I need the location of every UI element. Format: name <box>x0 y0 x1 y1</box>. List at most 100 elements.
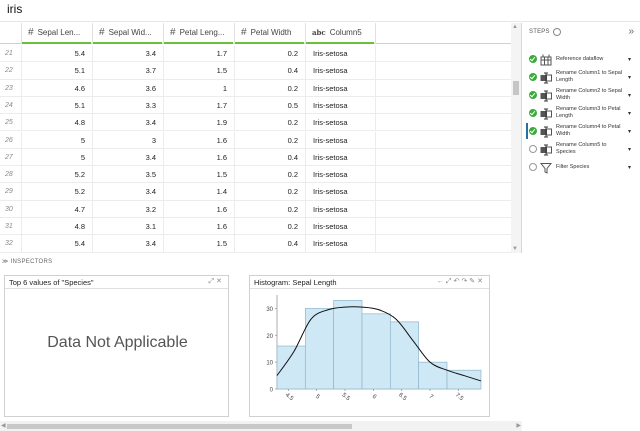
column-header-1[interactable]: # Sepal Len... <box>22 23 93 44</box>
edit-icon[interactable]: ✎ <box>469 278 477 285</box>
table-row[interactable]: 25 4.8 3.4 1.9 0.2 Iris-setosa <box>0 114 521 132</box>
step-item[interactable]: Rename Column3 to Petal Length ▾ <box>529 105 635 121</box>
table-cell[interactable]: 3 <box>93 131 164 149</box>
expand-icon[interactable]: ⤢ <box>209 278 217 285</box>
step-menu-chevron-icon[interactable]: ▾ <box>628 110 631 117</box>
close-icon[interactable]: ✕ <box>216 278 224 285</box>
table-row[interactable]: 24 5.1 3.3 1.7 0.5 Iris-setosa <box>0 96 521 115</box>
table-cell[interactable]: 0.4 <box>235 148 306 166</box>
table-cell[interactable]: 0.2 <box>235 45 306 62</box>
table-cell[interactable]: 5 <box>22 131 93 149</box>
table-cell[interactable]: 3.3 <box>93 96 164 114</box>
table-cell[interactable]: 0.2 <box>235 131 306 149</box>
table-row[interactable]: 27 5 3.4 1.6 0.4 Iris-setosa <box>0 148 521 167</box>
table-cell[interactable]: 3.2 <box>93 200 164 218</box>
table-cell[interactable]: 1.9 <box>164 114 235 132</box>
table-cell[interactable]: 0.4 <box>235 235 306 253</box>
table-cell[interactable]: 5.1 <box>22 62 93 80</box>
table-row[interactable]: 31 4.8 3.1 1.6 0.2 Iris-setosa <box>0 218 521 236</box>
table-cell[interactable]: 5.2 <box>22 183 93 201</box>
step-item[interactable]: Rename Column1 to Sepal Length ▾ <box>529 69 635 85</box>
table-cell[interactable]: 3.1 <box>93 218 164 235</box>
back-icon[interactable]: ← <box>437 278 446 285</box>
table-cell[interactable]: Iris-setosa <box>306 218 376 235</box>
table-cell[interactable]: Iris-setosa <box>306 79 376 97</box>
table-row[interactable]: 32 5.4 3.4 1.5 0.4 Iris-setosa <box>0 235 521 253</box>
table-cell[interactable]: 3.7 <box>93 62 164 80</box>
table-cell[interactable]: 3.4 <box>93 114 164 132</box>
table-cell[interactable]: 3.5 <box>93 166 164 184</box>
table-cell[interactable]: Iris-setosa <box>306 45 376 62</box>
table-row[interactable]: 22 5.1 3.7 1.5 0.4 Iris-setosa <box>0 62 521 80</box>
table-row[interactable]: 28 5.2 3.5 1.5 0.2 Iris-setosa <box>0 166 521 184</box>
data-grid[interactable]: # Sepal Len... # Sepal Wid... # Petal Leng.… <box>0 23 522 253</box>
inspectors-bar[interactable]: ≫ INSPECTORS <box>0 256 522 268</box>
table-cell[interactable]: 0.2 <box>235 200 306 218</box>
step-item[interactable]: Rename Column4 to Petal Width ▾ <box>526 123 635 139</box>
expand-icon[interactable]: ⤢ <box>446 278 454 285</box>
table-cell[interactable]: 0.2 <box>235 79 306 97</box>
column-header-5[interactable]: abc Column5 <box>306 23 376 44</box>
table-cell[interactable]: 0.2 <box>235 114 306 132</box>
column-header-2[interactable]: # Sepal Wid... <box>93 23 164 44</box>
table-cell[interactable]: 0.4 <box>235 62 306 80</box>
table-cell[interactable]: 3.6 <box>93 79 164 97</box>
table-cell[interactable]: 1.5 <box>164 62 235 80</box>
table-row[interactable]: 30 4.7 3.2 1.6 0.2 Iris-setosa <box>0 200 521 218</box>
table-cell[interactable]: Iris-setosa <box>306 166 376 184</box>
table-cell[interactable]: 0.2 <box>235 218 306 235</box>
table-cell[interactable]: 4.8 <box>22 114 93 132</box>
table-cell[interactable]: Iris-setosa <box>306 148 376 166</box>
scroll-down-icon[interactable]: ▼ <box>512 246 518 252</box>
table-row[interactable]: 23 4.6 3.6 1 0.2 Iris-setosa <box>0 79 521 97</box>
column-header-3[interactable]: # Petal Leng... <box>164 23 235 44</box>
table-cell[interactable]: 1.6 <box>164 131 235 149</box>
table-cell[interactable]: Iris-setosa <box>306 131 376 149</box>
table-cell[interactable]: 5 <box>22 148 93 166</box>
table-cell[interactable]: Iris-setosa <box>306 183 376 201</box>
step-item[interactable]: Filter Species ▾ <box>529 159 635 175</box>
step-item[interactable]: Rename Column2 to Sepal Width ▾ <box>529 87 635 103</box>
grid-vertical-scrollbar[interactable]: ▲ ▼ <box>511 23 521 253</box>
table-cell[interactable]: 0.2 <box>235 166 306 184</box>
table-row[interactable]: 29 5.2 3.4 1.4 0.2 Iris-setosa <box>0 183 521 201</box>
scroll-right-icon[interactable]: ▶ <box>516 422 521 429</box>
table-cell[interactable]: 5.1 <box>22 96 93 114</box>
table-cell[interactable]: 1.6 <box>164 218 235 235</box>
table-cell[interactable]: Iris-setosa <box>306 96 376 114</box>
step-menu-chevron-icon[interactable]: ▾ <box>628 56 631 63</box>
step-menu-chevron-icon[interactable]: ▾ <box>628 74 631 81</box>
table-cell[interactable]: Iris-setosa <box>306 62 376 80</box>
table-row[interactable]: 21 5.4 3.4 1.7 0.2 Iris-setosa <box>0 45 521 63</box>
table-cell[interactable]: 4.8 <box>22 218 93 235</box>
table-cell[interactable]: 1.6 <box>164 148 235 166</box>
table-cell[interactable]: Iris-setosa <box>306 114 376 132</box>
table-cell[interactable]: 3.4 <box>93 148 164 166</box>
table-cell[interactable]: 3.4 <box>93 235 164 253</box>
step-menu-chevron-icon[interactable]: ▾ <box>628 92 631 99</box>
step-menu-chevron-icon[interactable]: ▾ <box>628 146 631 153</box>
table-cell[interactable]: 5.4 <box>22 235 93 253</box>
table-cell[interactable]: 1.7 <box>164 45 235 62</box>
table-cell[interactable]: 3.4 <box>93 45 164 62</box>
table-cell[interactable]: 0.2 <box>235 183 306 201</box>
collapse-chevron-icon[interactable]: » <box>628 26 634 37</box>
horizontal-scrollbar[interactable]: ◀ ▶ <box>0 421 522 431</box>
chevron-down-icon[interactable]: ≫ <box>2 259 9 265</box>
table-cell[interactable]: 1.7 <box>164 96 235 114</box>
scroll-up-icon[interactable]: ▲ <box>512 24 518 30</box>
table-cell[interactable]: 1.6 <box>164 200 235 218</box>
table-cell[interactable]: 1.5 <box>164 166 235 184</box>
scroll-thumb[interactable] <box>513 81 519 95</box>
scroll-left-icon[interactable]: ◀ <box>1 422 6 429</box>
table-cell[interactable]: 1.4 <box>164 183 235 201</box>
table-cell[interactable]: Iris-setosa <box>306 235 376 253</box>
table-cell[interactable]: 3.4 <box>93 183 164 201</box>
table-row[interactable]: 26 5 3 1.6 0.2 Iris-setosa <box>0 131 521 149</box>
table-cell[interactable]: 0.5 <box>235 96 306 114</box>
table-cell[interactable]: Iris-setosa <box>306 200 376 218</box>
table-cell[interactable]: 4.6 <box>22 79 93 97</box>
scroll-thumb[interactable] <box>7 424 352 429</box>
table-cell[interactable]: 1.5 <box>164 235 235 253</box>
table-cell[interactable]: 5.4 <box>22 45 93 62</box>
